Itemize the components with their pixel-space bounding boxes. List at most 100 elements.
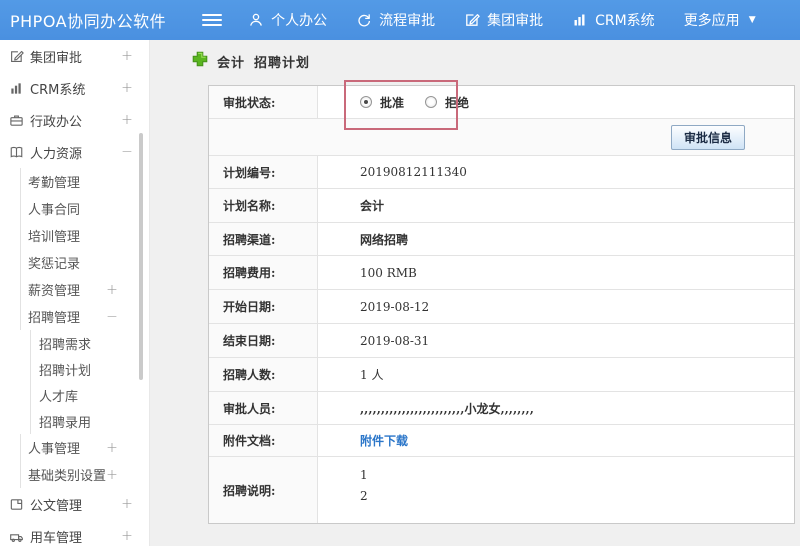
nav-item-group-approval[interactable]: 集团审批	[464, 10, 543, 30]
nav-item-label: 流程审批	[379, 13, 436, 29]
field-value: ,,,,,,,,,,,,,,,,,,,,,,,,,小龙女,,,,,,,,	[360, 401, 534, 416]
sidebar-item-group-approval[interactable]: 集团审批 +	[0, 40, 149, 72]
nav-item-workflow-approval[interactable]: 流程审批	[356, 10, 435, 30]
sidebar-item-recruit-demand[interactable]: 招聘需求	[30, 330, 149, 356]
page-title: 会计 招聘计划	[192, 51, 310, 71]
row-approvers: 审批人员: ,,,,,,,,,,,,,,,,,,,,,,,,,小龙女,,,,,,…	[209, 392, 794, 425]
app-logo: PHPOA协同办公软件	[10, 12, 167, 31]
nav-item-label: CRM系统	[595, 13, 655, 29]
field-label: 计划名称:	[209, 189, 318, 222]
briefcase-icon	[9, 113, 24, 128]
sidebar-item-recruit-plan[interactable]: 招聘计划	[30, 356, 149, 382]
sidebar-item-hr-contracts[interactable]: 人事合同	[20, 195, 149, 222]
sidebar-item-human-resources[interactable]: 人力资源 −	[0, 136, 149, 168]
nav-item-more-apps[interactable]: 更多应用 ▼	[684, 10, 756, 30]
sidebar-item-official-docs[interactable]: 公文管理 +	[0, 488, 149, 520]
field-value: 20190812111340	[360, 165, 467, 179]
app-window: PHPOA协同办公软件 个人办公 流程审批 集团审批 CRM系统 更多应用 ▼ …	[0, 0, 800, 546]
sidebar: 集团审批 + CRM系统 + 行政办公 + 人力资源 − 考勤管理 人事合同 培…	[0, 40, 150, 546]
flow-icon	[356, 12, 372, 28]
field-value: 2019-08-31	[360, 333, 430, 348]
row-start-date: 开始日期: 2019-08-12	[209, 290, 794, 324]
expand-plus-icon[interactable]: +	[121, 80, 133, 96]
radio-reject-label[interactable]: 拒绝	[445, 94, 469, 111]
nav-item-label: 更多应用	[683, 13, 740, 29]
row-plan-name: 计划名称: 会计	[209, 189, 794, 223]
description-text: 1 2	[360, 468, 368, 503]
radio-approve-label[interactable]: 批准	[380, 94, 404, 111]
edit-square-icon	[464, 12, 480, 28]
sidebar-item-attendance-mgmt[interactable]: 考勤管理	[20, 168, 149, 195]
field-label: 结束日期:	[209, 324, 318, 357]
topbar-nav: 个人办公 流程审批 集团审批 CRM系统 更多应用 ▼	[248, 10, 785, 30]
collapse-minus-icon[interactable]: −	[121, 144, 133, 160]
expand-plus-icon[interactable]: +	[121, 112, 133, 128]
expand-plus-icon[interactable]: +	[121, 496, 133, 512]
row-plan-number: 计划编号: 20190812111340	[209, 156, 794, 189]
expand-plus-icon[interactable]: +	[106, 440, 118, 456]
add-plus-icon	[192, 51, 208, 71]
bar-chart-icon	[572, 12, 588, 28]
edit-square-icon	[9, 49, 24, 64]
row-approval-status: 审批状态: 批准 拒绝	[209, 86, 794, 119]
sidebar-item-base-category-settings[interactable]: 基础类别设置 +	[20, 461, 149, 488]
row-end-date: 结束日期: 2019-08-31	[209, 324, 794, 358]
field-label: 计划编号:	[209, 156, 318, 188]
row-recruit-description: 招聘说明: 1 2	[209, 457, 794, 523]
sidebar-item-recruit-mgmt[interactable]: 招聘管理 −	[20, 303, 149, 330]
recruit-plan-detail-table: 审批状态: 批准 拒绝 审批信息 计划编号: 20190812111340 计划…	[208, 85, 795, 524]
row-attachment: 附件文档: 附件下载	[209, 425, 794, 457]
main-content: 会计 招聘计划 审批状态: 批准 拒绝 审批信息 计划编号: 201908121…	[150, 40, 800, 546]
sidebar-item-talent-pool[interactable]: 人才库	[30, 382, 149, 408]
approval-info-button[interactable]: 审批信息	[670, 124, 745, 150]
radio-reject[interactable]	[425, 96, 438, 108]
field-label: 开始日期:	[209, 290, 318, 323]
row-headcount: 招聘人数: 1 人	[209, 358, 794, 392]
field-label: 附件文档:	[209, 425, 318, 456]
person-icon	[248, 12, 264, 28]
collapse-minus-icon[interactable]: −	[106, 309, 118, 325]
row-recruit-cost: 招聘费用: 100 RMB	[209, 256, 794, 290]
bar-chart-icon	[9, 81, 24, 96]
field-label: 审批人员:	[209, 392, 318, 424]
page-title-primary: 会计	[217, 55, 246, 71]
sidebar-item-personnel-mgmt[interactable]: 人事管理 +	[20, 434, 149, 461]
field-label: 招聘费用:	[209, 256, 318, 289]
field-value: 100 RMB	[360, 265, 417, 280]
sidebar-item-vehicle-mgmt[interactable]: 用车管理 +	[0, 520, 149, 546]
menu-icon[interactable]	[202, 14, 223, 26]
radio-approve[interactable]	[360, 96, 372, 108]
nav-item-label: 集团审批	[487, 13, 544, 29]
topbar: PHPOA协同办公软件 个人办公 流程审批 集团审批 CRM系统 更多应用 ▼	[0, 0, 800, 40]
field-label: 招聘人数:	[209, 358, 318, 391]
field-value: 网络招聘	[360, 232, 409, 247]
car-icon	[9, 529, 24, 544]
approval-status-options: 批准 拒绝	[318, 86, 794, 118]
book-icon	[9, 145, 24, 160]
sidebar-item-admin-office[interactable]: 行政办公 +	[0, 104, 149, 136]
expand-plus-icon[interactable]: +	[121, 48, 133, 64]
field-label: 招聘说明:	[209, 457, 318, 523]
row-approval-action: 审批信息	[209, 119, 794, 156]
expand-plus-icon[interactable]: +	[106, 282, 118, 298]
nav-item-crm-system[interactable]: CRM系统	[572, 10, 655, 30]
caret-down-icon: ▼	[748, 15, 756, 25]
sidebar-item-reward-punishment[interactable]: 奖惩记录	[20, 249, 149, 276]
attachment-download-link[interactable]: 附件下载	[360, 432, 408, 449]
field-value: 2019-08-12	[360, 299, 430, 314]
sidebar-item-training-mgmt[interactable]: 培训管理	[20, 222, 149, 249]
sidebar-scrollbar-thumb[interactable]	[139, 133, 143, 380]
field-value: 1 人	[360, 368, 384, 382]
field-label: 审批状态:	[209, 86, 318, 118]
expand-plus-icon[interactable]: +	[106, 467, 118, 483]
sidebar-item-salary-mgmt[interactable]: 薪资管理 +	[20, 276, 149, 303]
nav-item-label: 个人办公	[271, 13, 328, 29]
page-title-secondary: 招聘计划	[254, 55, 311, 71]
nav-item-personal-office[interactable]: 个人办公	[248, 10, 327, 30]
sidebar-item-crm-system[interactable]: CRM系统 +	[0, 72, 149, 104]
sidebar-item-recruit-hiring[interactable]: 招聘录用	[30, 408, 149, 434]
expand-plus-icon[interactable]: +	[121, 528, 133, 544]
field-value: 会计	[360, 199, 385, 213]
document-icon	[9, 497, 24, 512]
row-recruit-channel: 招聘渠道: 网络招聘	[209, 223, 794, 256]
